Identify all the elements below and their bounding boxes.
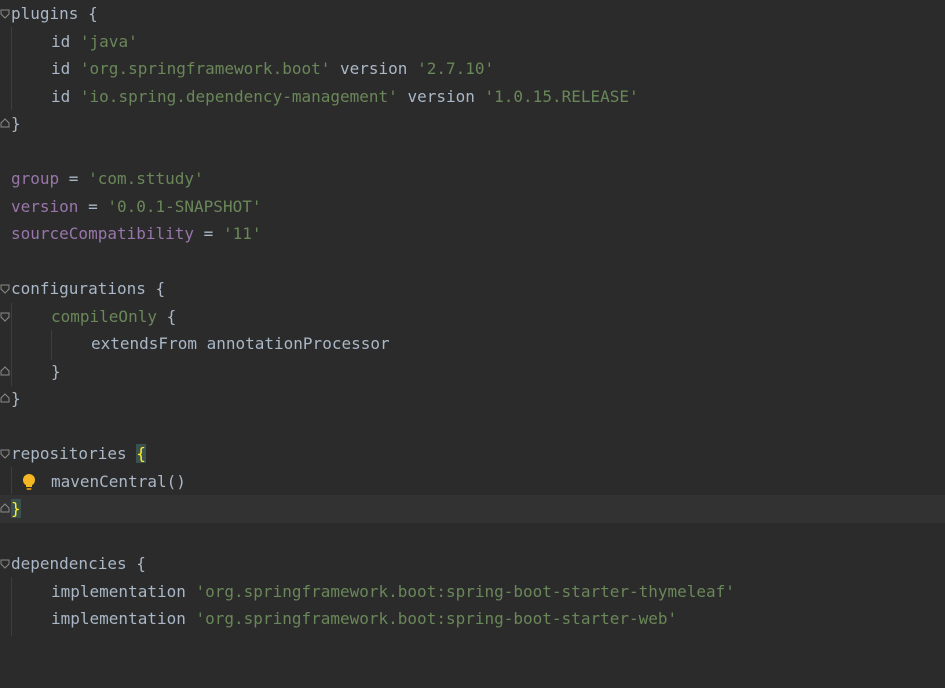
fold-end-icon[interactable] — [0, 118, 10, 128]
keyword: plugins — [11, 4, 79, 23]
keyword: repositories — [11, 444, 137, 463]
fold-marker-icon[interactable] — [0, 312, 10, 322]
operator: = — [194, 224, 223, 243]
code-line[interactable]: plugins { — [0, 0, 945, 28]
code-line[interactable]: id 'java' — [0, 28, 945, 56]
keyword: dependencies — [11, 554, 127, 573]
code-line[interactable]: implementation 'org.springframework.boot… — [0, 578, 945, 606]
string-literal: 'org.springframework.boot:spring-boot-st… — [195, 581, 735, 601]
operator: = — [78, 196, 108, 216]
property: sourceCompatibility — [11, 224, 195, 243]
code-line[interactable]: } — [0, 110, 945, 138]
property: version — [11, 196, 79, 216]
brace: } — [11, 389, 21, 408]
string-literal: 'com.sttudy' — [88, 169, 204, 188]
keyword: version — [407, 86, 475, 106]
code-line[interactable]: id 'org.springframework.boot' version '2… — [0, 55, 945, 83]
code-editor[interactable]: plugins { id 'java' id 'org.springframew… — [0, 0, 945, 636]
fold-marker-icon[interactable] — [0, 559, 10, 569]
matched-brace: { — [136, 444, 146, 463]
fold-marker-icon[interactable] — [0, 9, 10, 19]
code-line[interactable]: repositories { — [0, 440, 945, 468]
method-name: compileOnly — [51, 306, 157, 326]
keyword: implementation — [51, 609, 186, 628]
code-line[interactable]: implementation 'org.springframework.boot… — [0, 605, 945, 633]
keyword: id — [51, 31, 71, 51]
brace: { — [156, 306, 177, 326]
keyword: id — [51, 59, 71, 78]
fold-end-icon[interactable] — [0, 365, 10, 376]
string-literal: '1.0.15.RELEASE' — [484, 86, 639, 106]
property: group — [11, 169, 60, 188]
fold-marker-icon[interactable] — [0, 449, 10, 459]
keyword: version — [340, 59, 408, 78]
code-line[interactable]: group = 'com.sttudy' — [0, 165, 945, 193]
code-line[interactable]: } — [0, 385, 945, 413]
statement: extendsFrom annotationProcessor — [91, 334, 390, 353]
matched-brace: } — [11, 499, 21, 518]
operator: = — [59, 169, 89, 188]
code-line[interactable]: configurations { — [0, 275, 945, 303]
code-line[interactable]: mavenCentral() — [0, 468, 945, 496]
string-literal: '0.0.1-SNAPSHOT' — [107, 196, 262, 216]
code-line[interactable]: id 'io.spring.dependency-management' ver… — [0, 83, 945, 111]
current-code-line[interactable]: } — [0, 495, 945, 523]
fold-end-icon[interactable] — [0, 503, 10, 513]
brace: { — [145, 279, 166, 298]
brace: { — [126, 554, 146, 573]
string-literal: '2.7.10' — [417, 59, 495, 78]
code-line[interactable]: compileOnly { — [0, 303, 945, 331]
fold-end-icon[interactable] — [0, 393, 10, 403]
keyword: implementation — [51, 581, 186, 601]
code-line[interactable]: dependencies { — [0, 550, 945, 578]
string-literal: 'java' — [79, 31, 138, 51]
code-line[interactable]: sourceCompatibility = '11' — [0, 220, 945, 248]
brace: { — [78, 4, 98, 23]
brace: } — [51, 361, 61, 381]
code-line[interactable]: } — [0, 358, 945, 386]
keyword: configurations — [11, 279, 146, 298]
method-call: mavenCentral() — [51, 471, 186, 491]
string-literal: '11' — [222, 224, 262, 243]
code-line[interactable]: extendsFrom annotationProcessor — [0, 330, 945, 358]
brace: } — [11, 114, 21, 133]
string-literal: 'org.springframework.boot' — [79, 59, 331, 78]
keyword: id — [51, 86, 71, 106]
fold-marker-icon[interactable] — [0, 284, 10, 294]
string-literal: 'org.springframework.boot:spring-boot-st… — [195, 609, 678, 628]
string-literal: 'io.spring.dependency-management' — [79, 86, 398, 106]
code-line[interactable]: version = '0.0.1-SNAPSHOT' — [0, 193, 945, 221]
